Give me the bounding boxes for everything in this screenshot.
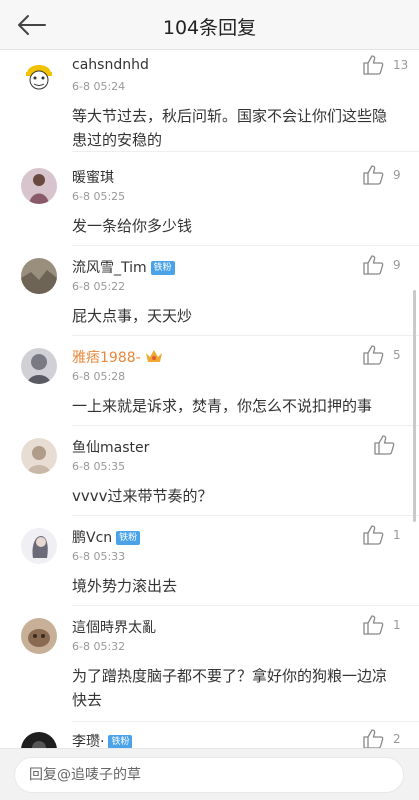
avatar[interactable] — [21, 528, 57, 564]
page-title: 104条回复 — [162, 17, 257, 39]
username[interactable]: 暖蜜琪 — [72, 167, 114, 187]
scrollbar[interactable] — [413, 290, 416, 522]
avatar[interactable] — [21, 348, 57, 384]
comment-text: 发一条给你多少钱 — [72, 217, 193, 235]
comment-item[interactable]: 暖蜜琪 6-8 05:25 发一条给你多少钱 9 — [0, 160, 419, 246]
like-count: 5 — [393, 348, 401, 362]
comment-text: 屁大点事，天天炒 — [72, 307, 193, 325]
divider — [72, 605, 419, 606]
reply-input[interactable]: 回复@追唛子的草 — [14, 757, 404, 793]
thumbs-up-icon[interactable] — [362, 255, 384, 275]
comment-item[interactable]: 鹏Vcn 铁粉 6-8 05:33 境外势力滚出去 1 — [0, 520, 419, 606]
like-count: 9 — [393, 258, 401, 272]
fan-badge: 铁粉 — [150, 261, 175, 275]
divider — [72, 515, 419, 516]
timestamp: 6-8 05:33 — [72, 550, 126, 563]
comment-item[interactable]: 流风雪_Tim 铁粉 6-8 05:22 屁大点事，天天炒 9 — [0, 250, 419, 336]
username[interactable]: 雅痞1988- — [72, 347, 163, 368]
username[interactable]: 李瓒· 铁粉 — [72, 731, 133, 748]
like-count: 2 — [393, 732, 401, 746]
crown-icon — [145, 348, 163, 368]
comment-text: 境外势力滚出去 — [72, 577, 178, 595]
username[interactable]: 這個時界太亂 — [72, 617, 156, 637]
fan-badge: 铁粉 — [116, 531, 141, 545]
divider — [72, 151, 419, 152]
divider — [72, 335, 419, 336]
username[interactable]: 鹏Vcn 铁粉 — [72, 527, 141, 547]
timestamp: 6-8 05:28 — [72, 370, 126, 383]
comment-item[interactable]: 李瓒· 铁粉 2 — [0, 724, 419, 748]
top-bar: 104条回复 — [0, 0, 419, 50]
comment-text: 等大节过去，秋后问斩。国家不会让你们这些隐患过的安稳的 — [72, 107, 388, 149]
thumbs-up-icon[interactable] — [362, 525, 384, 545]
comment-item[interactable]: 雅痞1988- 6-8 05:28 一上来就是诉求，焚青，你怎么不说扣押的事 5 — [0, 340, 419, 426]
comment-list[interactable]: cahsndnhd 6-8 05:24 等大节过去，秋后问斩。国家不会让你们这些… — [0, 50, 419, 748]
username[interactable]: 鱼仙master — [72, 437, 149, 457]
avatar[interactable] — [21, 618, 57, 654]
divider — [72, 425, 419, 426]
comment-item[interactable]: cahsndnhd 6-8 05:24 等大节过去，秋后问斩。国家不会让你们这些… — [0, 50, 419, 152]
avatar[interactable] — [21, 168, 57, 204]
timestamp: 6-8 05:22 — [72, 280, 126, 293]
avatar[interactable] — [21, 732, 57, 748]
avatar[interactable] — [21, 438, 57, 474]
timestamp: 6-8 05:25 — [72, 190, 126, 203]
like-count: 13 — [393, 58, 409, 72]
username[interactable]: cahsndnhd — [72, 57, 149, 73]
avatar[interactable] — [21, 258, 57, 294]
timestamp: 6-8 05:35 — [72, 460, 126, 473]
comment-item[interactable]: 這個時界太亂 6-8 05:32 为了蹭热度脑子都不要了？拿好你的狗粮一边凉快去… — [0, 610, 419, 722]
divider — [72, 721, 419, 722]
comment-text: vvvv过来带节奏的？ — [72, 487, 213, 505]
username[interactable]: 流风雪_Tim 铁粉 — [72, 257, 175, 277]
like-count: 1 — [393, 528, 401, 542]
like-count: 1 — [393, 618, 401, 632]
thumbs-up-icon[interactable] — [362, 615, 384, 635]
thumbs-up-icon[interactable] — [362, 165, 384, 185]
divider — [72, 245, 419, 246]
timestamp: 6-8 05:24 — [72, 80, 126, 93]
thumbs-up-icon[interactable] — [362, 729, 384, 748]
comment-text: 为了蹭热度脑子都不要了？拿好你的狗粮一边凉快去 — [72, 667, 388, 709]
reply-bar: 回复@追唛子的草 — [0, 748, 419, 800]
thumbs-up-icon[interactable] — [373, 435, 395, 455]
thumbs-up-icon[interactable] — [362, 55, 384, 75]
timestamp: 6-8 05:32 — [72, 640, 126, 653]
comment-text: 一上来就是诉求，焚青，你怎么不说扣押的事 — [72, 397, 373, 415]
avatar[interactable] — [21, 56, 57, 92]
fan-badge: 铁粉 — [108, 735, 133, 748]
thumbs-up-icon[interactable] — [362, 345, 384, 365]
comment-item[interactable]: 鱼仙master 6-8 05:35 vvvv过来带节奏的？ — [0, 430, 419, 516]
like-count: 9 — [393, 168, 401, 182]
